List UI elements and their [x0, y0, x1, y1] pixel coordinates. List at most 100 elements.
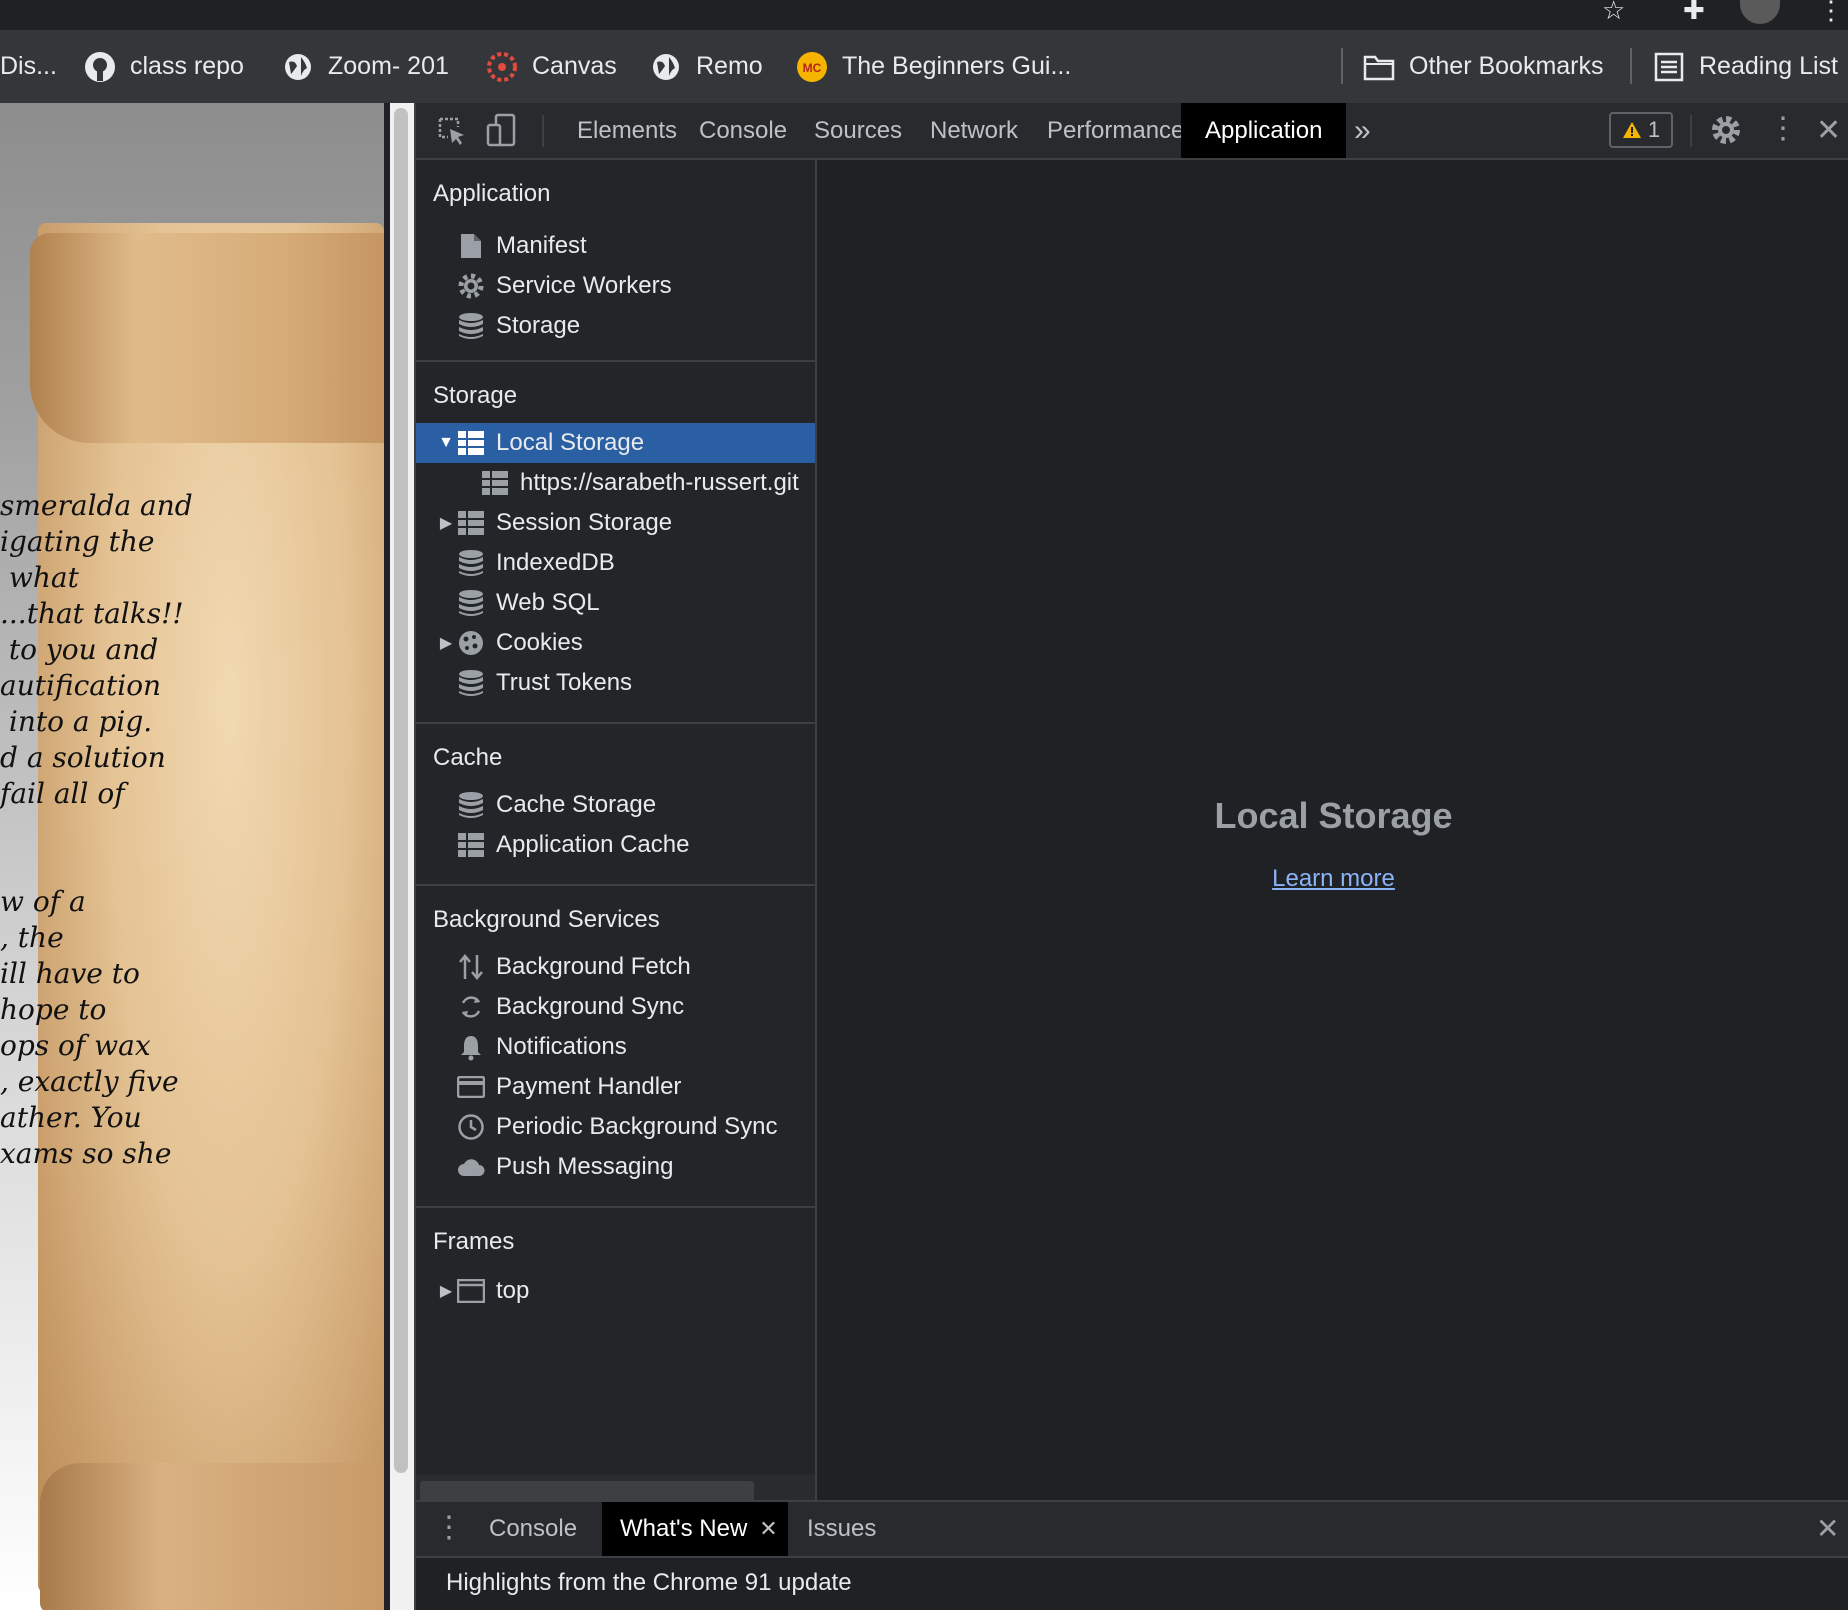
toolbar-divider	[542, 115, 544, 147]
page-scrollbar-thumb[interactable]	[394, 108, 408, 1473]
sidebar-item-frame-top[interactable]: ▶ top	[416, 1271, 815, 1311]
sidebar-item-storage[interactable]: Storage	[416, 306, 815, 346]
drawer-tab-issues[interactable]: Issues	[789, 1502, 894, 1556]
star-icon[interactable]: ☆	[1602, 0, 1625, 24]
learn-more-label[interactable]: Learn more	[1272, 865, 1395, 892]
sidebar-horizontal-scrollbar[interactable]	[416, 1475, 815, 1500]
sidebar-item-session-storage[interactable]: ▶ Session Storage	[416, 503, 815, 543]
sidebar-item-application-cache[interactable]: Application Cache	[416, 825, 815, 865]
collapsed-arrow-icon[interactable]: ▶	[436, 633, 456, 653]
tab-application[interactable]: Application	[1181, 103, 1347, 158]
sidebar-item-notifications[interactable]: Notifications	[416, 1027, 815, 1067]
warning-icon	[1622, 122, 1641, 138]
whats-new-headline: Highlights from the Chrome 91 update	[446, 1569, 852, 1596]
sidebar-item-label: Storage	[496, 312, 581, 339]
page-scrollbar[interactable]	[390, 103, 414, 1610]
sidebar-item-label: Trust Tokens	[496, 669, 633, 696]
sidebar-item-background-fetch[interactable]: Background Fetch	[416, 947, 815, 987]
device-toolbar-icon[interactable]	[486, 113, 518, 152]
reading-list-icon	[1653, 51, 1685, 83]
sidebar-item-label: https://sarabeth-russert.git	[520, 469, 799, 496]
sidebar-item-periodic-background-sync[interactable]: Periodic Background Sync	[416, 1107, 815, 1147]
tab-network[interactable]: Network	[906, 103, 1042, 158]
bookmark-other-bookmarks[interactable]: Other Bookmarks	[1363, 30, 1604, 103]
web-page-viewport: smeralda and igating the what ...that ta…	[0, 103, 384, 1610]
bookmark-class-repo[interactable]: class repo	[84, 30, 244, 103]
bookmark-canvas[interactable]: Canvas	[486, 30, 617, 103]
extensions-icon[interactable]: ✚	[1683, 0, 1705, 24]
warnings-badge[interactable]: 1	[1609, 112, 1673, 148]
sidebar-item-label: Periodic Background Sync	[496, 1113, 778, 1140]
sidebar-item-trust-tokens[interactable]: Trust Tokens	[416, 663, 815, 703]
sidebar-item-local-storage[interactable]: ▼ Local Storage	[416, 423, 815, 463]
drawer-tab-whats-new[interactable]: What's New ✕	[602, 1502, 788, 1556]
sidebar-item-label: top	[496, 1277, 530, 1304]
sidebar-item-label: Application Cache	[496, 831, 690, 858]
sidebar-item-local-storage-origin[interactable]: https://sarabeth-russert.git	[416, 463, 815, 503]
file-icon	[456, 231, 486, 261]
section-divider	[416, 722, 815, 724]
bookmarks-divider	[1630, 48, 1632, 84]
bookmark-dis[interactable]: Dis...	[0, 30, 57, 103]
sidebar-item-label: Manifest	[496, 232, 587, 259]
expanded-arrow-icon[interactable]: ▼	[436, 434, 456, 452]
toolbar-divider	[1690, 115, 1692, 147]
github-icon	[84, 51, 116, 83]
customize-menu-icon[interactable]: ⋮	[1768, 111, 1798, 146]
menu-dots-icon[interactable]: ⋮	[1818, 0, 1844, 24]
bookmark-label: Other Bookmarks	[1409, 52, 1604, 80]
learn-more-link[interactable]: Learn more	[817, 865, 1848, 893]
sidebar-item-cookies[interactable]: ▶ Cookies	[416, 623, 815, 663]
sidebar-scrollbar-thumb[interactable]	[420, 1481, 754, 1500]
sidebar-item-service-workers[interactable]: Service Workers	[416, 266, 815, 306]
devtools-panel: Elements Console Sources Network Perform…	[414, 103, 1848, 1610]
sidebar-item-web-sql[interactable]: Web SQL	[416, 583, 815, 623]
bookmark-label: Zoom- 201	[328, 52, 449, 80]
inspect-element-icon[interactable]	[436, 115, 468, 152]
sidebar-item-label: Service Workers	[496, 272, 672, 299]
sidebar-item-label: Notifications	[496, 1033, 627, 1060]
collapsed-arrow-icon[interactable]: ▶	[436, 1281, 456, 1301]
view-title: Local Storage	[1214, 795, 1453, 836]
sidebar-item-label: Cookies	[496, 629, 583, 656]
section-title-cache: Cache	[433, 744, 503, 771]
close-devtools-icon[interactable]: ✕	[1816, 113, 1841, 148]
collapsed-arrow-icon[interactable]: ▶	[436, 513, 456, 533]
more-tabs-button[interactable]: »	[1330, 103, 1395, 158]
sync-icon	[456, 992, 486, 1022]
bookmark-label: class repo	[130, 52, 244, 80]
database-icon	[456, 548, 486, 578]
bookmark-remo[interactable]: Remo	[650, 30, 763, 103]
sidebar-item-indexeddb[interactable]: IndexedDB	[416, 543, 815, 583]
sidebar-item-label: Local Storage	[496, 429, 645, 456]
bell-icon	[456, 1032, 486, 1062]
bookmark-reading-list[interactable]: Reading List	[1653, 30, 1838, 103]
sidebar-item-push-messaging[interactable]: Push Messaging	[416, 1147, 815, 1187]
sidebar-item-payment-handler[interactable]: Payment Handler	[416, 1067, 815, 1107]
sidebar-item-label: IndexedDB	[496, 549, 615, 576]
database-icon	[456, 790, 486, 820]
close-tab-icon[interactable]: ✕	[759, 1516, 777, 1542]
sidebar-item-background-sync[interactable]: Background Sync	[416, 987, 815, 1027]
bookmark-beginners-guide[interactable]: MC The Beginners Gui...	[796, 30, 1071, 103]
bookmarks-divider	[1341, 48, 1343, 84]
drawer-tab-console[interactable]: Console	[471, 1502, 595, 1556]
settings-gear-icon[interactable]	[1709, 113, 1743, 152]
close-drawer-icon[interactable]: ✕	[1816, 1512, 1839, 1545]
sidebar-item-label: Session Storage	[496, 509, 673, 536]
sidebar-item-label: Web SQL	[496, 589, 600, 616]
bookmark-zoom[interactable]: Zoom- 201	[282, 30, 449, 103]
local-storage-view: Local Storage Learn more	[817, 160, 1848, 1500]
section-divider	[416, 1206, 815, 1208]
sidebar-item-manifest[interactable]: Manifest	[416, 226, 815, 266]
clock-icon	[456, 1112, 486, 1142]
drawer-menu-icon[interactable]: ⋮	[434, 1510, 464, 1545]
database-icon	[456, 311, 486, 341]
frame-icon	[456, 1276, 486, 1306]
sidebar-item-cache-storage[interactable]: Cache Storage	[416, 785, 815, 825]
avatar[interactable]	[1740, 0, 1780, 24]
globe-icon	[282, 51, 314, 83]
canvas-icon	[486, 51, 518, 83]
parchment-scroll-bottom	[40, 1463, 384, 1610]
section-title-application: Application	[433, 180, 551, 207]
